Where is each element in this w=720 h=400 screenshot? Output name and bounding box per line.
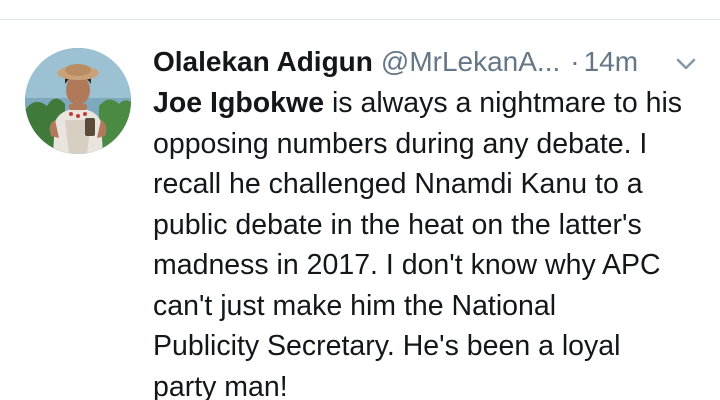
tweet-text-line: opposing numbers during any debate. I <box>153 127 648 160</box>
tweet-text: Joe Igbokwe is always a nightmare to his… <box>153 83 713 400</box>
tweet-text-line: recall he challenged Nnamdi Kanu to a <box>153 168 643 200</box>
tweet-header: Olalekan Adigun @MrLekanA... · 14m <box>153 43 713 83</box>
tweet-text-line: Publicity Secretary. He's been a loyal <box>153 330 621 362</box>
mentioned-name[interactable]: Joe Igbokwe <box>153 87 324 119</box>
chevron-down-icon-graphic <box>676 58 696 70</box>
avatar[interactable] <box>25 48 131 154</box>
header-separator: · <box>570 46 580 77</box>
chevron-down-icon[interactable] <box>676 57 696 71</box>
tweet-text-line: party man! <box>153 370 288 400</box>
tweet-text-line: can't just make him the National <box>153 289 557 322</box>
tweet-text-line: Joe Igbokwe is always a nightmare to his <box>153 83 713 124</box>
user-handle[interactable]: @MrLekanA... <box>381 46 560 77</box>
display-name[interactable]: Olalekan Adigun <box>153 46 373 77</box>
avatar-image <box>25 48 131 154</box>
tweet-text-segment: is always a nightmare to his <box>324 87 683 119</box>
tweet-text-line: madness in 2017. I don't know why APC <box>153 249 661 281</box>
tweet-text-line: public debate in the heat on the latter'… <box>153 208 642 241</box>
tweet[interactable]: Olalekan Adigun @MrLekanA... · 14m Joe Igbo… <box>0 20 720 400</box>
timestamp[interactable]: 14m <box>584 46 638 77</box>
